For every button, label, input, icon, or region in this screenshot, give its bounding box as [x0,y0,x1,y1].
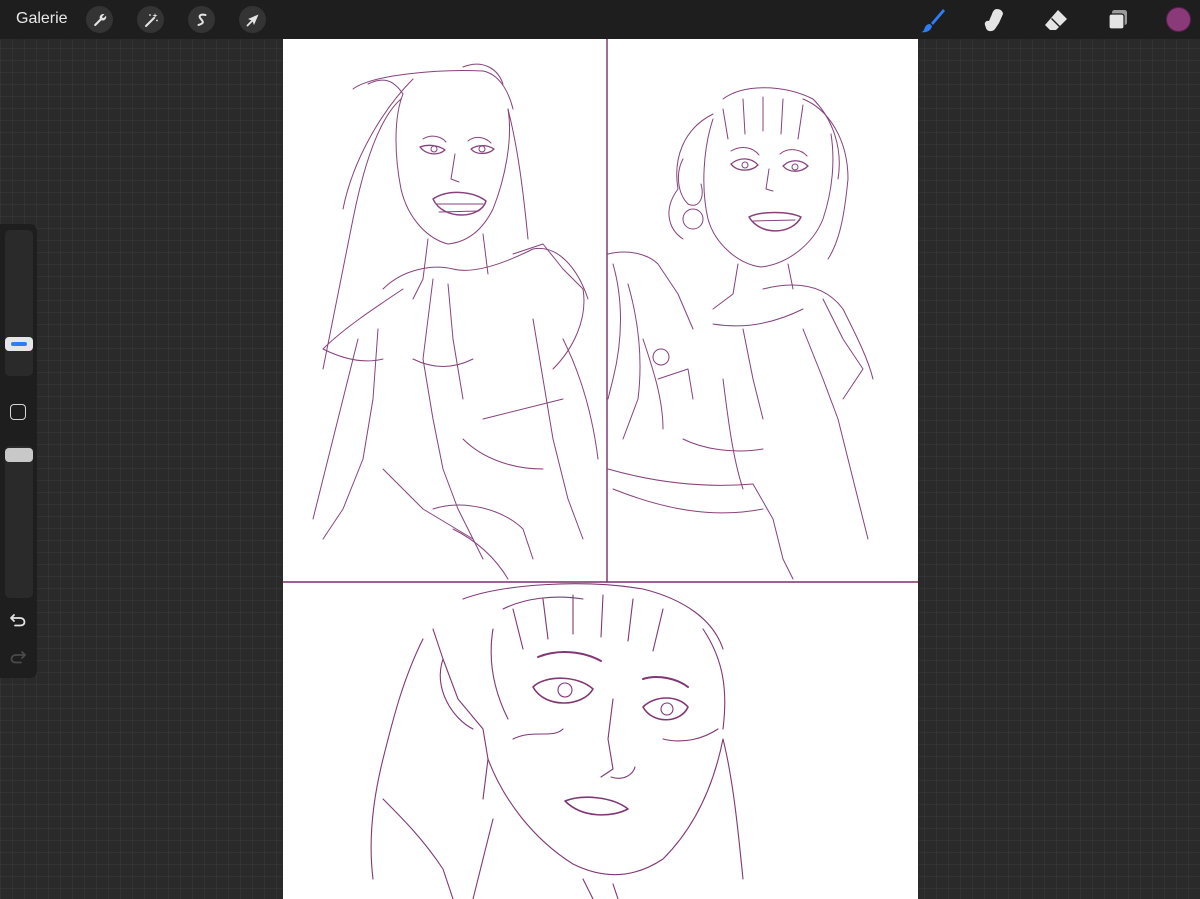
arrow-cursor-icon [246,14,258,26]
bottom-panel [370,583,744,899]
redo-button[interactable] [8,648,28,666]
eraser-icon [1045,10,1067,30]
top-left-panel [312,63,599,580]
selection-button[interactable] [188,6,215,33]
redo-icon [10,651,26,664]
gallery-button[interactable]: Galerie [16,10,68,28]
brush-button[interactable] [918,5,948,35]
top-right-panel [607,87,874,580]
selection-s-icon [197,13,206,26]
smudge-button[interactable] [979,5,1009,35]
color-picker-button[interactable] [1166,7,1191,32]
modify-square-icon[interactable] [10,404,26,420]
layers-icon [1108,10,1127,30]
undo-icon [10,614,26,627]
brush-size-slider[interactable] [5,230,33,376]
brush-icon [921,9,945,33]
top-toolbar: Galerie [0,0,1200,39]
adjustments-button[interactable] [137,6,164,33]
actions-button[interactable] [86,6,113,33]
magic-wand-icon [144,12,158,27]
eraser-button[interactable] [1041,5,1071,35]
opacity-handle[interactable] [5,448,33,462]
wrench-icon [93,13,106,26]
brush-size-handle[interactable] [5,337,33,351]
procreate-app: Galerie [0,0,1200,899]
drawing-canvas[interactable] [283,39,918,899]
brush-sidebar [0,224,37,678]
undo-button[interactable] [8,611,28,629]
sketch-artwork [283,39,918,899]
transform-button[interactable] [239,6,266,33]
opacity-slider[interactable] [5,446,33,598]
layers-button[interactable] [1103,5,1133,35]
smudge-finger-icon [984,9,1003,32]
